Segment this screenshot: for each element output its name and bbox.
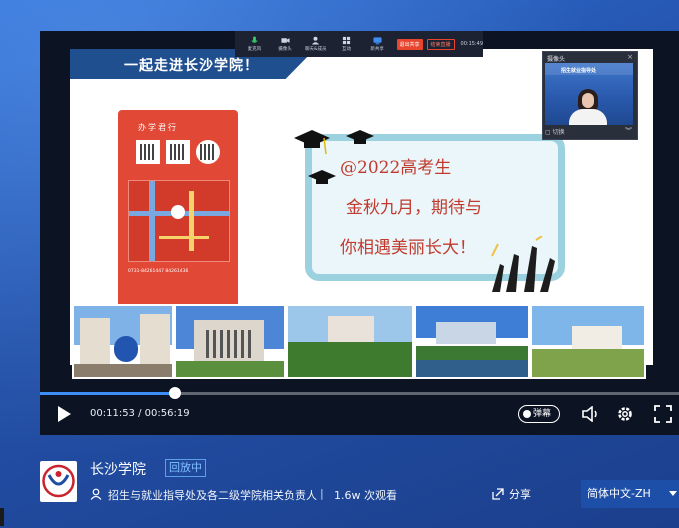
qr-code-1: [136, 140, 160, 164]
campus-photo-3: [286, 304, 414, 379]
microphone-label: 麦克风: [247, 47, 262, 52]
camera-label: 摄像头: [278, 47, 292, 52]
scrollbar[interactable]: [0, 508, 4, 526]
camera-video: 招生就业指导处: [545, 63, 633, 125]
interaction-label: 互动: [341, 47, 351, 52]
logo-icon: [42, 464, 75, 498]
share-button[interactable]: 分享: [492, 486, 531, 502]
camera-button[interactable]: 摄像头: [270, 31, 301, 57]
danmu-toggle[interactable]: 弹幕: [518, 405, 560, 423]
campus-photo-4: [414, 304, 530, 379]
new-share-button[interactable]: 新共享: [362, 31, 393, 57]
camera-panel-title: 摄像头: [547, 56, 566, 63]
campus-photo-1: [72, 304, 174, 379]
new-share-label: 新共享: [370, 47, 384, 52]
presenter-body: [569, 109, 607, 125]
poster-heading: 办学君行: [138, 123, 178, 132]
grid-icon: [342, 36, 351, 45]
qr-code-2: [166, 140, 190, 164]
progress-track[interactable]: [40, 392, 679, 395]
switch-icon: ▢: [545, 129, 551, 136]
interaction-button[interactable]: 互动: [331, 31, 362, 57]
board-line-2: 金秋九月，期待与: [346, 198, 482, 218]
graduation-cap-icon: [294, 130, 374, 184]
fullscreen-icon[interactable]: [654, 405, 672, 423]
share-label: 分享: [509, 488, 531, 501]
stop-share-button[interactable]: 退出共享: [396, 38, 423, 50]
host-name: 招生与就业指导处及各二级学院相关负责人: [108, 489, 317, 502]
meeting-timer: 00:15:49: [460, 41, 484, 47]
school-poster: 办学君行 0731-84261447 84261436: [118, 110, 238, 310]
language-select[interactable]: 简体中文-ZH: [581, 480, 679, 508]
camera-switch-label: 切换: [552, 129, 565, 136]
share-icon: [492, 488, 504, 500]
view-count: 1.6w 次观看: [334, 489, 397, 502]
board-line-3: 你相遇美丽长大！: [340, 238, 476, 258]
channel-name[interactable]: 长沙学院: [90, 459, 146, 479]
caret-down-icon: [669, 491, 677, 496]
replay-status-badge: 回放中: [165, 459, 206, 477]
user-icon: [312, 36, 320, 45]
slide-title: 一起走进长沙学院！: [124, 58, 259, 74]
volume-icon[interactable]: [582, 406, 600, 422]
campus-photo-2: [174, 304, 286, 379]
gear-icon[interactable]: [616, 405, 634, 423]
language-value: 简体中文-ZH: [587, 487, 651, 500]
camera-icon: [280, 38, 290, 43]
play-icon[interactable]: [56, 405, 72, 423]
camera-banner-text: 招生就业指导处: [561, 68, 597, 74]
close-icon[interactable]: ×: [627, 53, 633, 61]
progress-handle[interactable]: [169, 387, 182, 399]
end-live-button[interactable]: 结束直播: [426, 38, 455, 50]
qr-code-3: [196, 140, 220, 164]
meeting-toolbar: 麦克风 摄像头 聊天&成员 互动 新共享 退出共享 结束直播 00:15:49: [235, 31, 483, 57]
info-separator: |: [320, 487, 324, 500]
share-screen-icon: [373, 37, 382, 45]
chat-members-button[interactable]: 聊天&成员: [300, 31, 331, 57]
microphone-icon: [251, 36, 258, 43]
playback-time: 00:11:53 / 00:56:19: [90, 408, 190, 419]
poster-contact: 0731-84261447 84261436: [128, 269, 189, 274]
camera-switch[interactable]: ▢ 切换: [545, 127, 565, 136]
channel-logo[interactable]: [40, 461, 77, 502]
collapse-icon[interactable]: ︾: [625, 126, 632, 136]
person-icon: [90, 488, 102, 500]
campus-photo-5: [530, 304, 646, 379]
presenter-face: [582, 93, 594, 108]
camera-panel[interactable]: 摄像头 × 招生就业指导处 ▢ 切换 ︾: [542, 51, 638, 140]
microphone-button[interactable]: 麦克风: [239, 31, 270, 57]
chat-members-label: 聊天&成员: [305, 47, 327, 52]
progress-fill: [40, 392, 176, 395]
campus-map: [128, 180, 230, 262]
raised-hands-icon: [491, 236, 555, 292]
